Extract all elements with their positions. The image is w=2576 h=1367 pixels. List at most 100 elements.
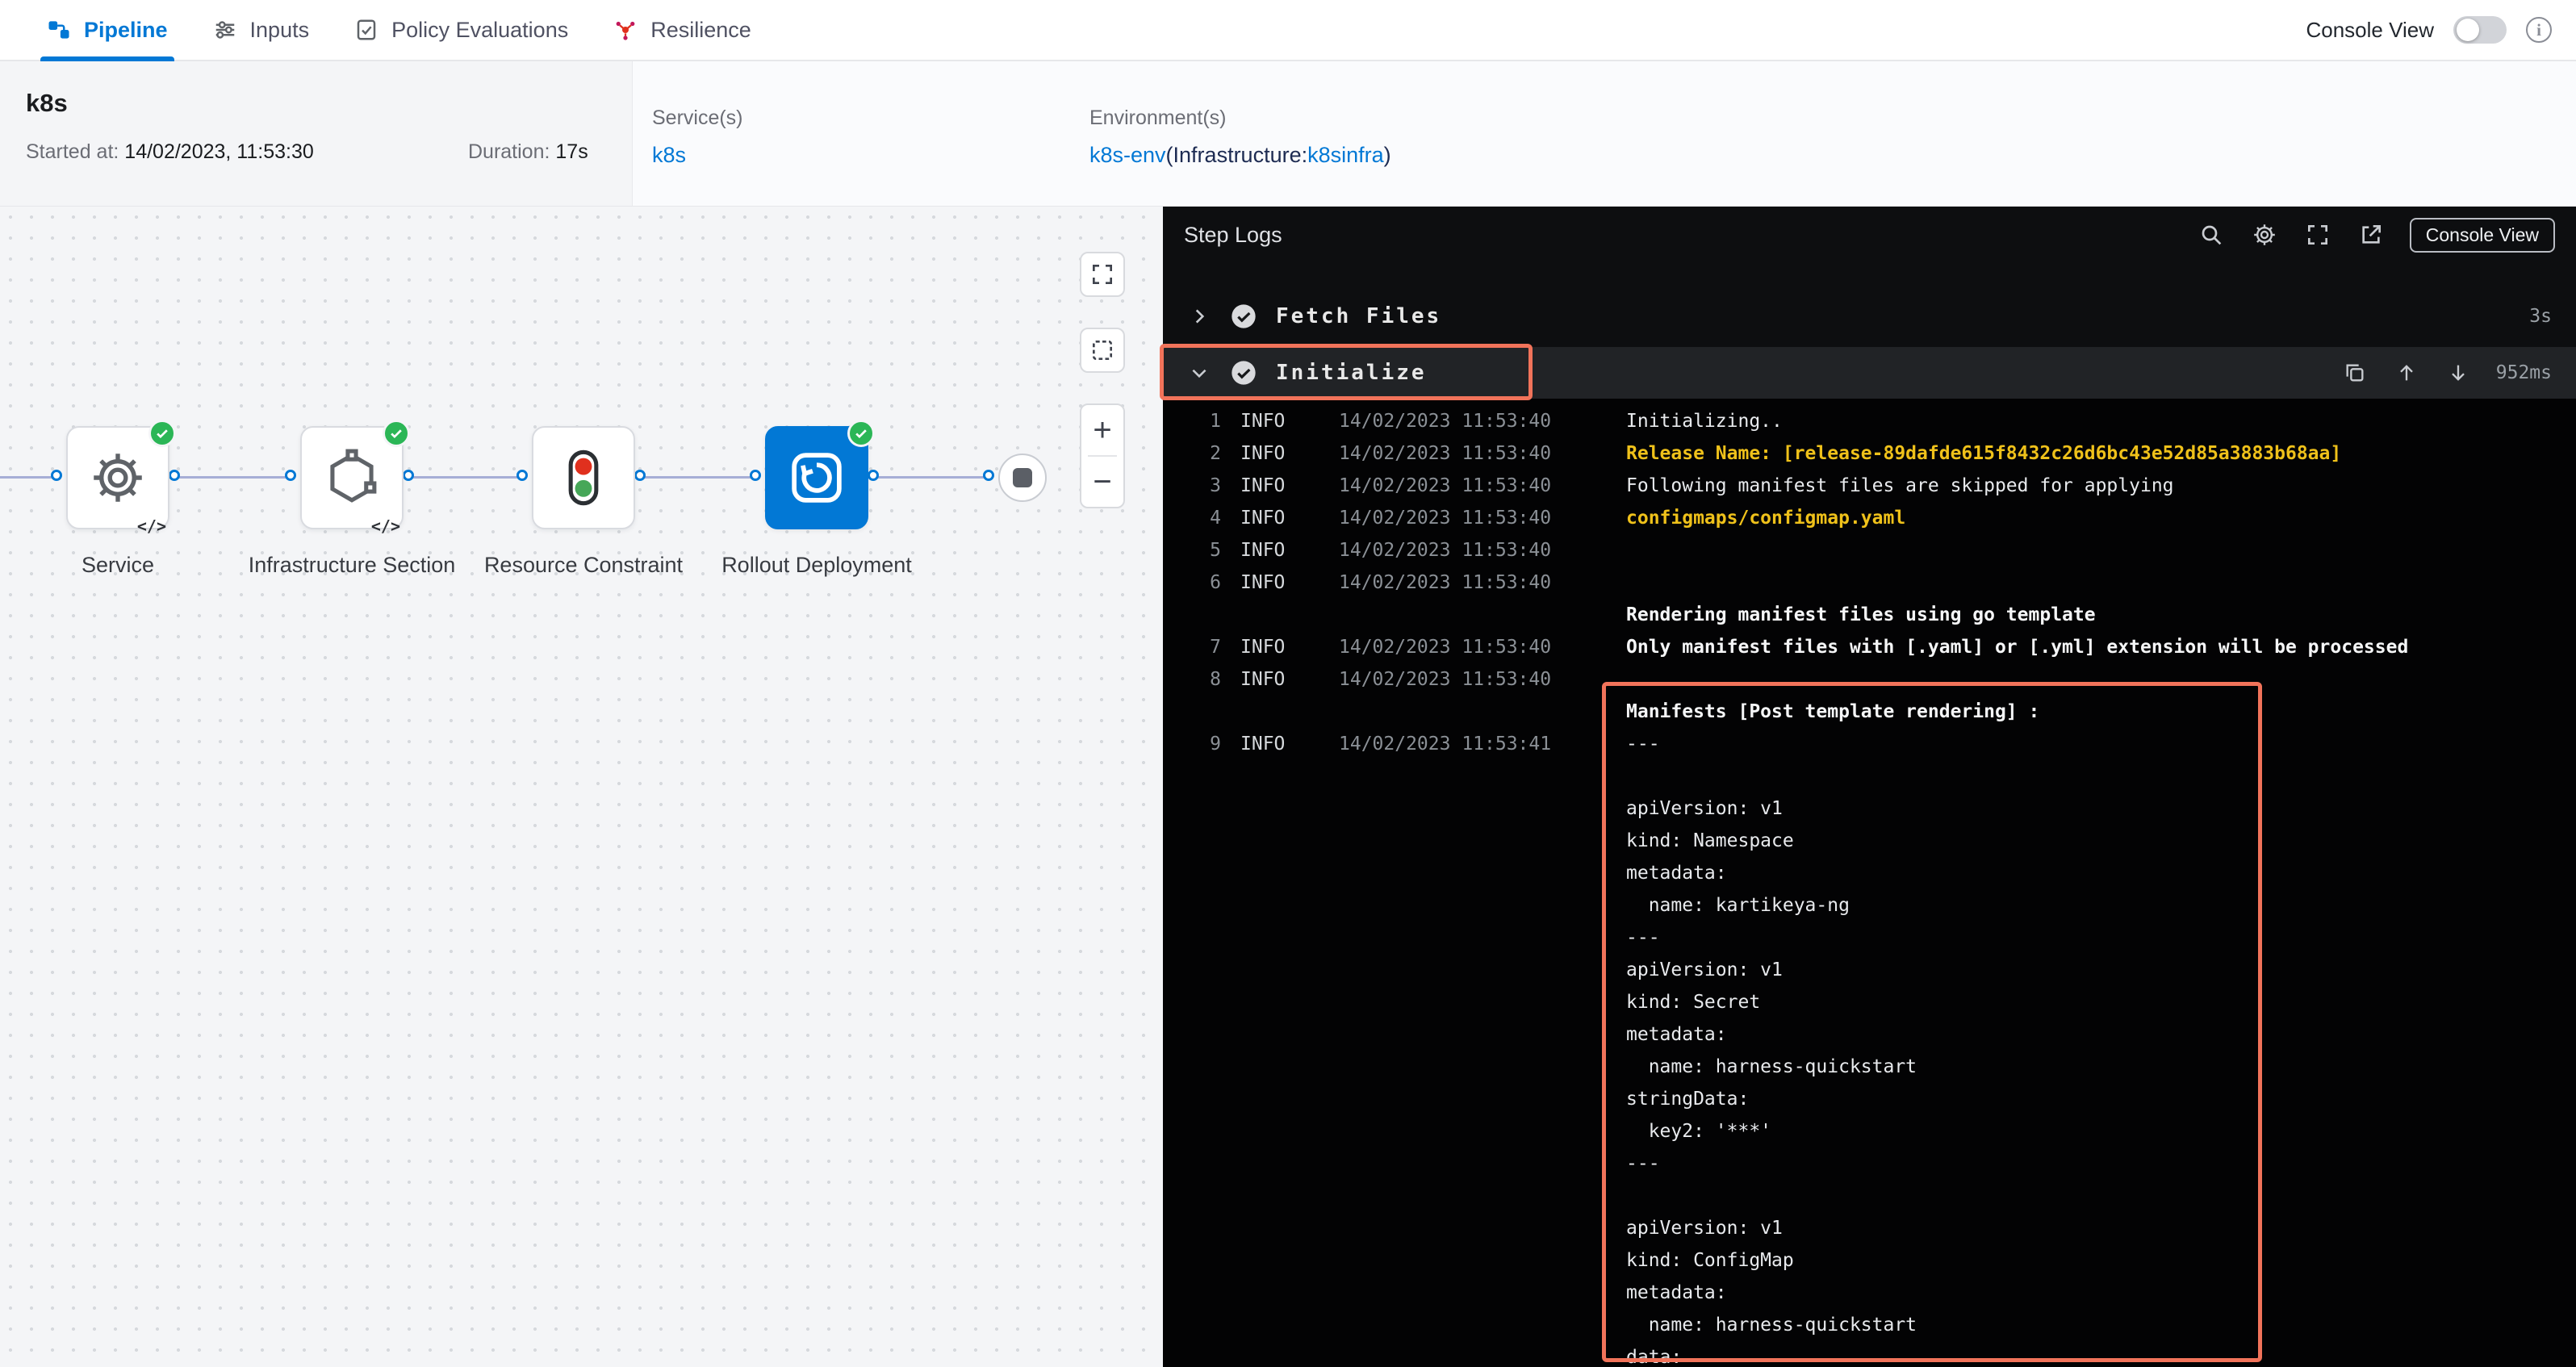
log-row: stringData: [1163,1083,2576,1115]
log-message [1592,566,1626,599]
console-view-toggle[interactable] [2453,16,2507,44]
tab-inputs[interactable]: Inputs [190,0,332,60]
marquee-select-icon [1089,337,1115,363]
log-timestamp [1318,825,1592,857]
zoom-in-button[interactable]: + [1081,405,1123,455]
log-section-initialize[interactable]: Initialize 952ms [1163,347,2576,399]
duration-value: 17s [555,140,588,163]
log-row: 6INFO14/02/2023 11:53:40 [1163,566,2576,599]
log-level [1221,1212,1318,1244]
env-infra-prefix: (Infrastructure: [1166,143,1308,167]
env-close-paren: ) [1384,143,1391,167]
open-external-icon[interactable] [2356,220,2386,249]
connector-dot [403,470,414,481]
log-line-number [1179,857,1221,889]
scroll-down-icon[interactable] [2444,359,2472,387]
chevron-right-icon[interactable] [1187,304,1211,328]
log-row: 1INFO14/02/2023 11:53:40Initializing.. [1163,405,2576,437]
log-level [1221,1115,1318,1148]
service-link[interactable]: k8s [652,143,686,168]
tab-resilience[interactable]: Resilience [591,0,774,60]
log-level: INFO [1221,470,1318,502]
pipeline-node-infrastructure: </> Infrastructure Section [300,426,404,529]
log-row: Rendering manifest files using go templa… [1163,599,2576,631]
tab-label: Inputs [250,18,310,43]
log-level [1221,889,1318,922]
node-box-service[interactable]: </> [66,426,169,529]
canvas-expand-button[interactable] [1080,252,1125,297]
tab-pipeline[interactable]: Pipeline [24,0,190,60]
node-box-rollout-deployment[interactable] [765,426,868,529]
log-section-fetch-files[interactable]: Fetch Files 3s [1163,289,2576,344]
log-level [1221,1051,1318,1083]
canvas-select-button[interactable] [1080,328,1125,373]
pipeline-canvas[interactable]: </> Service </> Infrastructure Section R… [0,207,1163,1367]
log-timestamp [1318,889,1592,922]
tab-label: Pipeline [84,18,168,43]
pipeline-node-service: </> Service [66,426,169,529]
copy-logs-icon[interactable] [2341,359,2369,387]
log-message: --- [1592,1148,1660,1180]
chevron-down-icon[interactable] [1187,361,1211,385]
log-level [1221,760,1318,792]
log-row: Manifests [Post template rendering] : [1163,696,2576,728]
log-timestamp [1318,599,1592,631]
log-timestamp [1318,1309,1592,1341]
app-root: Pipeline Inputs Policy Evaluations Resil… [0,0,2576,1367]
log-rows[interactable]: 1INFO14/02/2023 11:53:40Initializing..2I… [1163,399,2576,1367]
log-level [1221,857,1318,889]
info-icon[interactable]: i [2526,17,2552,43]
log-message: kind: Secret [1592,986,1760,1018]
log-line-number [1179,1083,1221,1115]
run-summary-block: k8s Started at: 14/02/2023, 11:53:30 Dur… [0,61,633,206]
log-line-number [1179,1051,1221,1083]
log-timestamp [1318,1051,1592,1083]
log-row: name: harness-quickstart [1163,1309,2576,1341]
log-level [1221,1018,1318,1051]
scroll-up-icon[interactable] [2393,359,2420,387]
settings-gear-icon[interactable] [2250,220,2279,249]
console-view-button[interactable]: Console View [2410,218,2555,253]
log-line-number [1179,1277,1221,1309]
log-level: INFO [1221,437,1318,470]
log-message: --- [1592,728,1660,760]
step-name: Fetch Files [1276,304,1441,328]
environment-link[interactable]: k8s-env(Infrastructure:k8sinfra) [1089,143,1391,168]
log-message: data: [1592,1341,1682,1367]
log-line-number [1179,1244,1221,1277]
log-line-number [1179,1148,1221,1180]
pipeline-end-node[interactable] [998,454,1047,502]
fullscreen-icon[interactable] [2303,220,2332,249]
log-row: apiVersion: v1 [1163,954,2576,986]
log-timestamp [1318,1180,1592,1212]
search-icon[interactable] [2197,220,2226,249]
log-timestamp: 14/02/2023 11:53:41 [1318,728,1592,760]
log-timestamp [1318,954,1592,986]
log-level [1221,954,1318,986]
connector-dot [983,470,994,481]
log-line-number: 9 [1179,728,1221,760]
log-message: metadata: [1592,1018,1727,1051]
tab-policy-evaluations[interactable]: Policy Evaluations [332,0,591,60]
step-status-check-icon [1231,303,1257,329]
log-message: --- [1592,922,1660,954]
node-box-infrastructure[interactable]: </> [300,426,404,529]
log-level: INFO [1221,502,1318,534]
log-row: apiVersion: v1 [1163,792,2576,825]
log-line-number [1179,986,1221,1018]
log-line-number: 1 [1179,405,1221,437]
zoom-out-button[interactable]: − [1081,457,1123,507]
log-row: 3INFO14/02/2023 11:53:40Following manife… [1163,470,2576,502]
environments-block: Environment(s) k8s-env(Infrastructure:k8… [1089,107,1391,168]
duration-label: Duration: [468,140,555,163]
node-box-resource-constraint[interactable] [532,426,635,529]
log-level [1221,825,1318,857]
env-name: k8s-env [1089,143,1166,167]
log-row: --- [1163,922,2576,954]
log-message: apiVersion: v1 [1592,792,1783,825]
log-level [1221,986,1318,1018]
log-row: --- [1163,1148,2576,1180]
log-line-number [1179,599,1221,631]
log-message: stringData: [1592,1083,1749,1115]
toggle-knob [2457,19,2479,41]
